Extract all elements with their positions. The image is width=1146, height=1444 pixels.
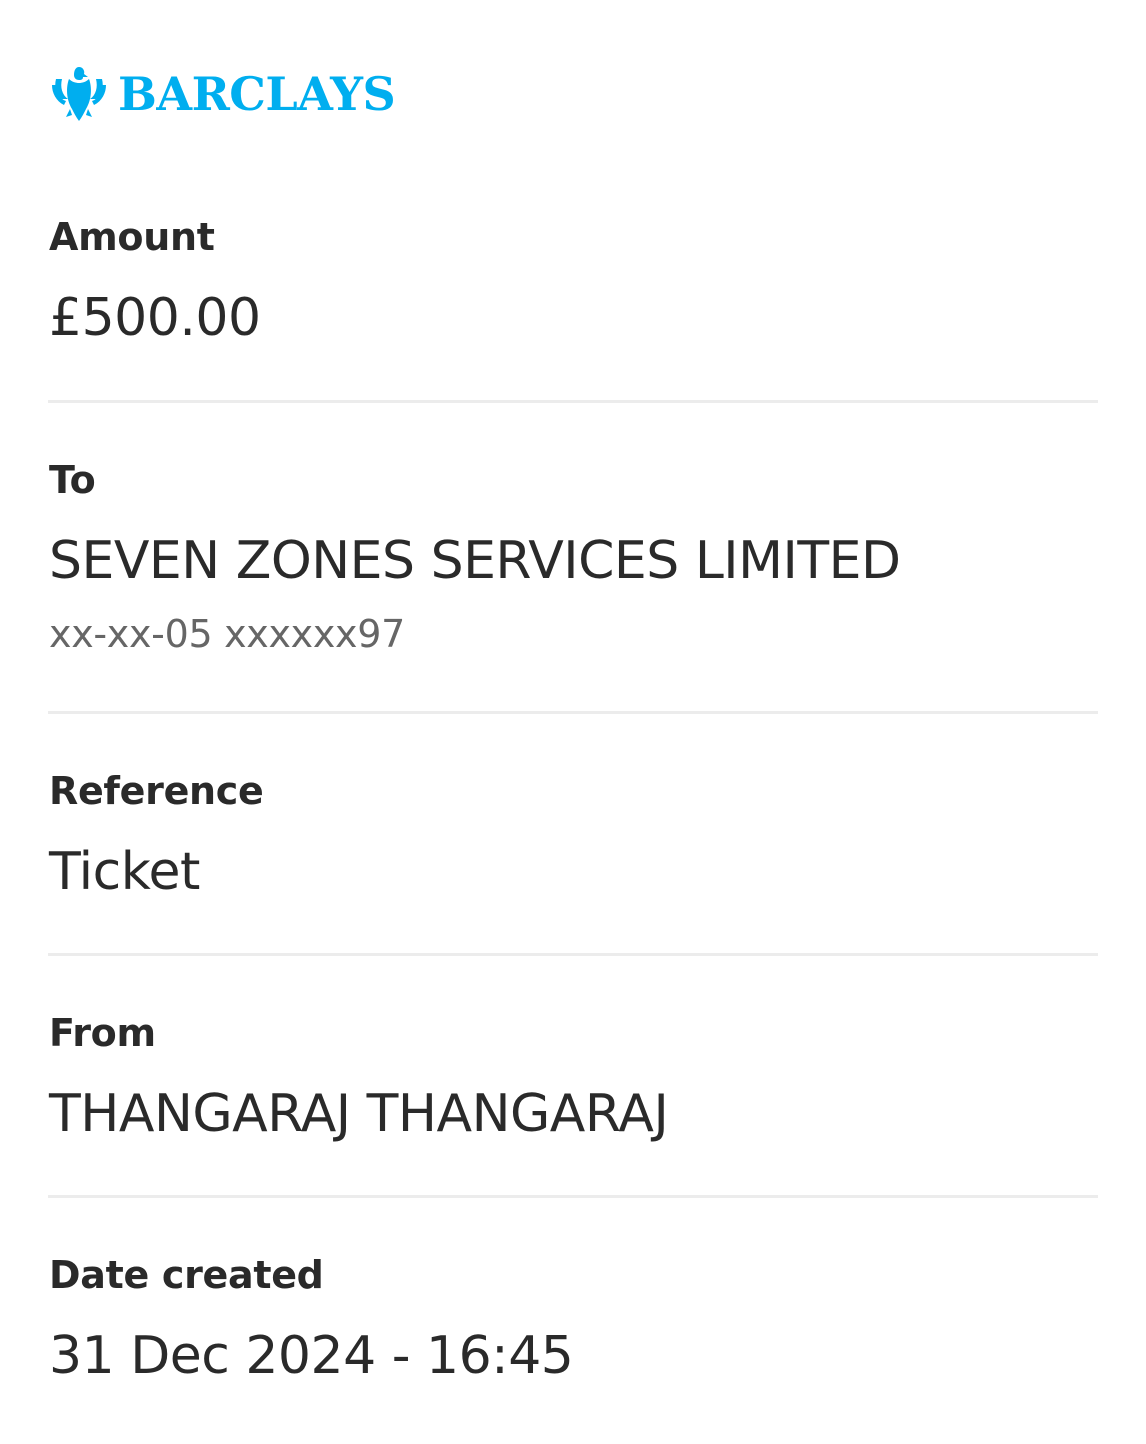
amount-label: Amount	[49, 215, 215, 259]
divider	[48, 711, 1098, 714]
brand-name: BARCLAYS	[118, 67, 396, 121]
amount-value: £500.00	[49, 288, 261, 348]
date-section: Date created 31 Dec 2024 - 16:45	[49, 1256, 1098, 1382]
payee-account-number: xx-xx-05 xxxxxx97	[49, 612, 405, 656]
reference-value: Ticket	[49, 842, 200, 902]
barclays-logo: BARCLAYS	[52, 64, 396, 124]
to-label: To	[49, 458, 96, 502]
payee-name: SEVEN ZONES SERVICES LIMITED	[49, 531, 901, 591]
payee-section: To SEVEN ZONES SERVICES LIMITED xx-xx-05…	[49, 461, 1098, 653]
date-created-label: Date created	[49, 1253, 324, 1297]
payer-section: From THANGARAJ THANGARAJ	[49, 1014, 1098, 1140]
payer-name: THANGARAJ THANGARAJ	[49, 1084, 669, 1144]
reference-section: Reference Ticket	[49, 772, 1098, 898]
from-label: From	[49, 1011, 156, 1055]
divider	[48, 400, 1098, 403]
date-created-value: 31 Dec 2024 - 16:45	[49, 1326, 574, 1386]
divider	[48, 1195, 1098, 1198]
eagle-icon	[52, 67, 106, 121]
amount-section: Amount £500.00	[49, 218, 1098, 344]
reference-label: Reference	[49, 769, 264, 813]
divider	[48, 953, 1098, 956]
payment-details-page: BARCLAYS Amount £500.00 To SEVEN ZONES S…	[0, 0, 1146, 1444]
